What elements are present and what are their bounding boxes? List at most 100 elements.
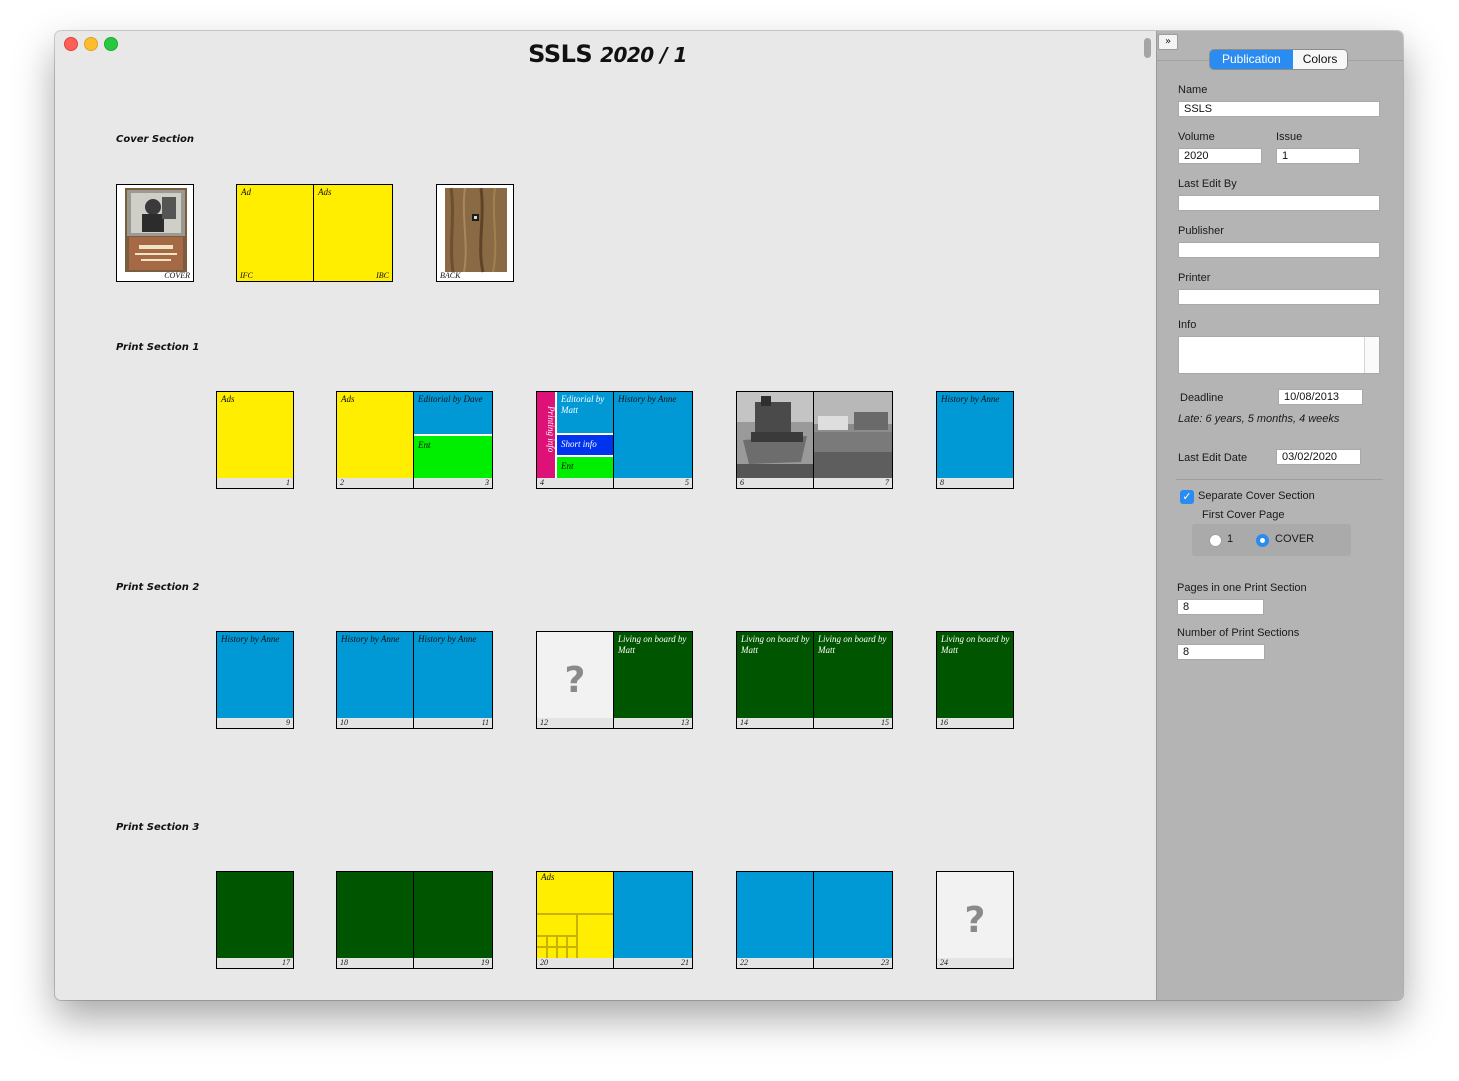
page-number: 17 bbox=[282, 958, 290, 967]
info-scrollbar[interactable] bbox=[1364, 337, 1379, 373]
spread-p14-p15[interactable]: Living on board by Matt 14 Living on boa… bbox=[736, 631, 893, 729]
last-edit-by-field[interactable] bbox=[1178, 195, 1380, 211]
page-1[interactable]: Ads 1 bbox=[216, 391, 294, 489]
scrollbar-thumb[interactable] bbox=[1144, 38, 1151, 58]
article-label: Ads bbox=[341, 394, 355, 404]
page-19[interactable]: 19 bbox=[414, 871, 493, 969]
collapse-panel-button[interactable]: » bbox=[1158, 34, 1178, 50]
history-block[interactable] bbox=[614, 872, 692, 958]
living-block[interactable] bbox=[414, 872, 492, 958]
cover-image bbox=[125, 188, 187, 272]
article-label: Ent bbox=[418, 440, 431, 450]
tab-publication[interactable]: Publication bbox=[1210, 50, 1293, 69]
article-label: Ent bbox=[561, 461, 574, 471]
spread-p24[interactable]: ? 24 bbox=[936, 871, 1014, 969]
page-footer bbox=[937, 958, 1013, 968]
page-number: 22 bbox=[740, 958, 748, 967]
page-number: 12 bbox=[540, 718, 548, 727]
printer-field[interactable] bbox=[1178, 289, 1380, 305]
spread-p2-p3[interactable]: Ads 2 Editorial by Dave Ent 3 bbox=[336, 391, 493, 489]
last-edit-date-field[interactable]: 03/02/2020 bbox=[1276, 449, 1361, 465]
spread-p1[interactable]: Ads 1 bbox=[216, 391, 294, 489]
page-10[interactable]: History by Anne 10 bbox=[336, 631, 414, 729]
spread-p8[interactable]: History by Anne 8 bbox=[936, 391, 1014, 489]
page-13[interactable]: Living on board by Matt 13 bbox=[614, 631, 693, 729]
page-12[interactable]: ? 12 bbox=[536, 631, 614, 729]
article-label: Living on board by Matt bbox=[741, 634, 810, 655]
vertical-scrollbar[interactable] bbox=[1140, 31, 1156, 1000]
deadline-field[interactable]: 10/08/2013 bbox=[1278, 389, 1363, 405]
spread-p22-p23[interactable]: 22 23 bbox=[736, 871, 893, 969]
page-16[interactable]: Living on board by Matt 16 bbox=[936, 631, 1014, 729]
spread-p4-p5[interactable]: Printing info Editorial by Matt Short in… bbox=[536, 391, 693, 489]
page-9[interactable]: History by Anne 9 bbox=[216, 631, 294, 729]
page-11[interactable]: History by Anne 11 bbox=[414, 631, 493, 729]
page-cover[interactable]: COVER bbox=[116, 184, 194, 282]
page-footer bbox=[217, 718, 293, 728]
spread-p12-p13[interactable]: ? 12 Living on board by Matt 13 bbox=[536, 631, 693, 729]
page-15[interactable]: Living on board by Matt 15 bbox=[814, 631, 893, 729]
publisher-field[interactable] bbox=[1178, 242, 1380, 258]
pages-per-section-field[interactable]: 8 bbox=[1177, 599, 1264, 615]
page-number: 13 bbox=[681, 718, 689, 727]
page-ifc[interactable]: Ad IFC bbox=[236, 184, 314, 282]
first-cover-page-label: First Cover Page bbox=[1202, 509, 1285, 521]
page-2[interactable]: Ads 2 bbox=[336, 391, 414, 489]
publisher-label: Publisher bbox=[1178, 225, 1224, 237]
title-name: SSLS bbox=[528, 40, 593, 68]
spread-p16[interactable]: Living on board by Matt 16 bbox=[936, 631, 1014, 729]
page-ibc[interactable]: Ads IBC bbox=[314, 184, 393, 282]
page-label-ibc: IBC bbox=[376, 271, 389, 280]
living-block[interactable] bbox=[217, 872, 293, 958]
page-18[interactable]: 18 bbox=[336, 871, 414, 969]
page-8[interactable]: History by Anne 8 bbox=[936, 391, 1014, 489]
spread-p9[interactable]: History by Anne 9 bbox=[216, 631, 294, 729]
living-block[interactable] bbox=[337, 872, 413, 958]
spread-p6-p7[interactable]: 6 7 bbox=[736, 391, 893, 489]
page-21[interactable]: 21 bbox=[614, 871, 693, 969]
page-3[interactable]: Editorial by Dave Ent 3 bbox=[414, 391, 493, 489]
page-20[interactable]: Ads 20 bbox=[536, 871, 614, 969]
volume-field[interactable]: 2020 bbox=[1178, 148, 1262, 164]
spread-p17[interactable]: 17 bbox=[216, 871, 294, 969]
radio-first-cover-cover[interactable] bbox=[1256, 534, 1269, 547]
radio-first-cover-1[interactable] bbox=[1209, 534, 1222, 547]
page-22[interactable]: 22 bbox=[736, 871, 814, 969]
info-label: Info bbox=[1178, 319, 1197, 331]
spread-p18-p19[interactable]: 18 19 bbox=[336, 871, 493, 969]
harbour-photo bbox=[814, 392, 892, 480]
history-block[interactable] bbox=[814, 872, 892, 958]
page-footer bbox=[537, 718, 613, 728]
page-number: 14 bbox=[740, 718, 748, 727]
page-14[interactable]: Living on board by Matt 14 bbox=[736, 631, 814, 729]
page-6[interactable]: 6 bbox=[736, 391, 814, 489]
spread-p10-p11[interactable]: History by Anne 10 History by Anne 11 bbox=[336, 631, 493, 729]
issue-field[interactable]: 1 bbox=[1276, 148, 1360, 164]
page-5[interactable]: History by Anne 5 bbox=[614, 391, 693, 489]
page-label-ifc: IFC bbox=[240, 271, 253, 280]
info-textarea[interactable] bbox=[1178, 336, 1380, 374]
separate-cover-checkbox[interactable]: ✓ bbox=[1180, 490, 1194, 504]
page-24[interactable]: ? 24 bbox=[936, 871, 1014, 969]
page-17[interactable]: 17 bbox=[216, 871, 294, 969]
page-7[interactable]: 7 bbox=[814, 391, 893, 489]
page-number: 5 bbox=[685, 478, 689, 487]
tab-colors[interactable]: Colors bbox=[1292, 50, 1348, 69]
spread-back[interactable]: BACK bbox=[436, 184, 514, 282]
page-4[interactable]: Printing info Editorial by Matt Short in… bbox=[536, 391, 614, 489]
page-footer bbox=[737, 478, 813, 488]
history-block[interactable] bbox=[737, 872, 813, 958]
page-back[interactable]: BACK bbox=[436, 184, 514, 282]
section-label-print-3: Print Section 3 bbox=[116, 822, 200, 833]
page-label-back: BACK bbox=[440, 271, 461, 280]
pages-canvas: SSLS 2020 / 1 Cover Section COVER Ad IFC… bbox=[55, 31, 1140, 1000]
page-footer bbox=[937, 718, 1013, 728]
spread-ifc-ibc[interactable]: Ad IFC Ads IBC bbox=[236, 184, 393, 282]
spread-p20-p21[interactable]: Ads 20 21 bbox=[536, 871, 693, 969]
name-label: Name bbox=[1178, 84, 1208, 96]
page-23[interactable]: 23 bbox=[814, 871, 893, 969]
spread-cover[interactable]: COVER bbox=[116, 184, 194, 282]
article-label: Ad bbox=[241, 187, 251, 197]
name-field[interactable]: SSLS bbox=[1178, 101, 1380, 117]
num-sections-field[interactable]: 8 bbox=[1177, 644, 1265, 660]
